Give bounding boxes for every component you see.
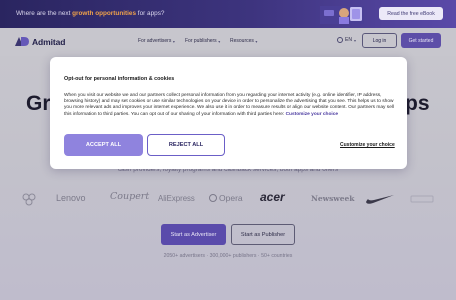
promo-banner: Where are the next growth opportunities … [0,0,456,28]
brand-opera-label: Opera [219,193,243,203]
chevron-down-icon: ▾ [172,38,175,44]
partner-logo-icon [410,195,434,203]
brand-coupert: Coupert [110,191,150,202]
nav-item-label: For advertisers [138,38,172,44]
cookie-consent-dialog: Opt-out for personal information & cooki… [50,57,407,169]
promo-text-end: for apps? [136,10,165,17]
admitad-logo-icon [15,37,29,46]
nav-item-advertisers[interactable]: For advertisers ▾ [138,38,175,44]
accept-all-button[interactable]: ACCEPT ALL [64,134,143,156]
ebook-illustration-icon [320,6,364,24]
brand-acer: acer [260,190,285,204]
brand-opera: Opera [209,193,243,203]
get-started-button[interactable]: Get started [401,33,441,48]
chevron-down-icon: ▾ [255,38,258,44]
opera-logo-icon [209,194,217,202]
admitad-logo[interactable]: Admitad [15,36,65,47]
nav-item-publishers[interactable]: For publishers ▾ [185,38,220,44]
login-button[interactable]: Log in [362,33,397,48]
hero-stats: 2050+ advertisers · 300,000+ publishers … [163,253,293,259]
promo-text-start: Where are the next [16,10,73,17]
start-as-advertiser-button[interactable]: Start as Advertiser [161,224,226,245]
nike-swoosh-icon [366,195,394,204]
chevron-down-icon: ▾ [353,37,356,43]
globe-icon [337,37,343,43]
chevron-down-icon: ▾ [218,38,221,44]
hero-heading-end: ps [405,92,430,115]
customize-inline-link[interactable]: Customize your choice [286,112,339,117]
brand-lenovo: Lenovo [56,193,86,203]
partner-logo-icon [22,193,36,206]
nav-item-label: For publishers [185,38,217,44]
hero-heading-start: Gr [26,92,51,115]
promo-highlight: growth opportunities [72,10,137,17]
cookie-body-text: When you visit our website we and our pa… [64,93,394,117]
nav-item-resources[interactable]: Resources ▾ [230,38,257,44]
nav-item-label: Resources [230,38,254,44]
brand-aliexpress: AliExpress [158,194,195,203]
customize-choice-link[interactable]: Customize your choice [340,142,395,148]
promo-text: Where are the next growth opportunities … [16,10,164,17]
brand-newsweek: Newsweek [311,194,355,203]
start-as-publisher-button[interactable]: Start as Publisher [231,224,295,245]
reject-all-button[interactable]: REJECT ALL [147,134,225,156]
read-ebook-button[interactable]: Read the free eBook [379,7,443,20]
cookie-dialog-title: Opt-out for personal information & cooki… [64,76,175,82]
language-label: EN [345,37,352,43]
cookie-dialog-body: When you visit our website we and our pa… [64,93,394,118]
logo-text: Admitad [32,36,66,47]
language-selector[interactable]: EN ▾ [337,37,356,43]
